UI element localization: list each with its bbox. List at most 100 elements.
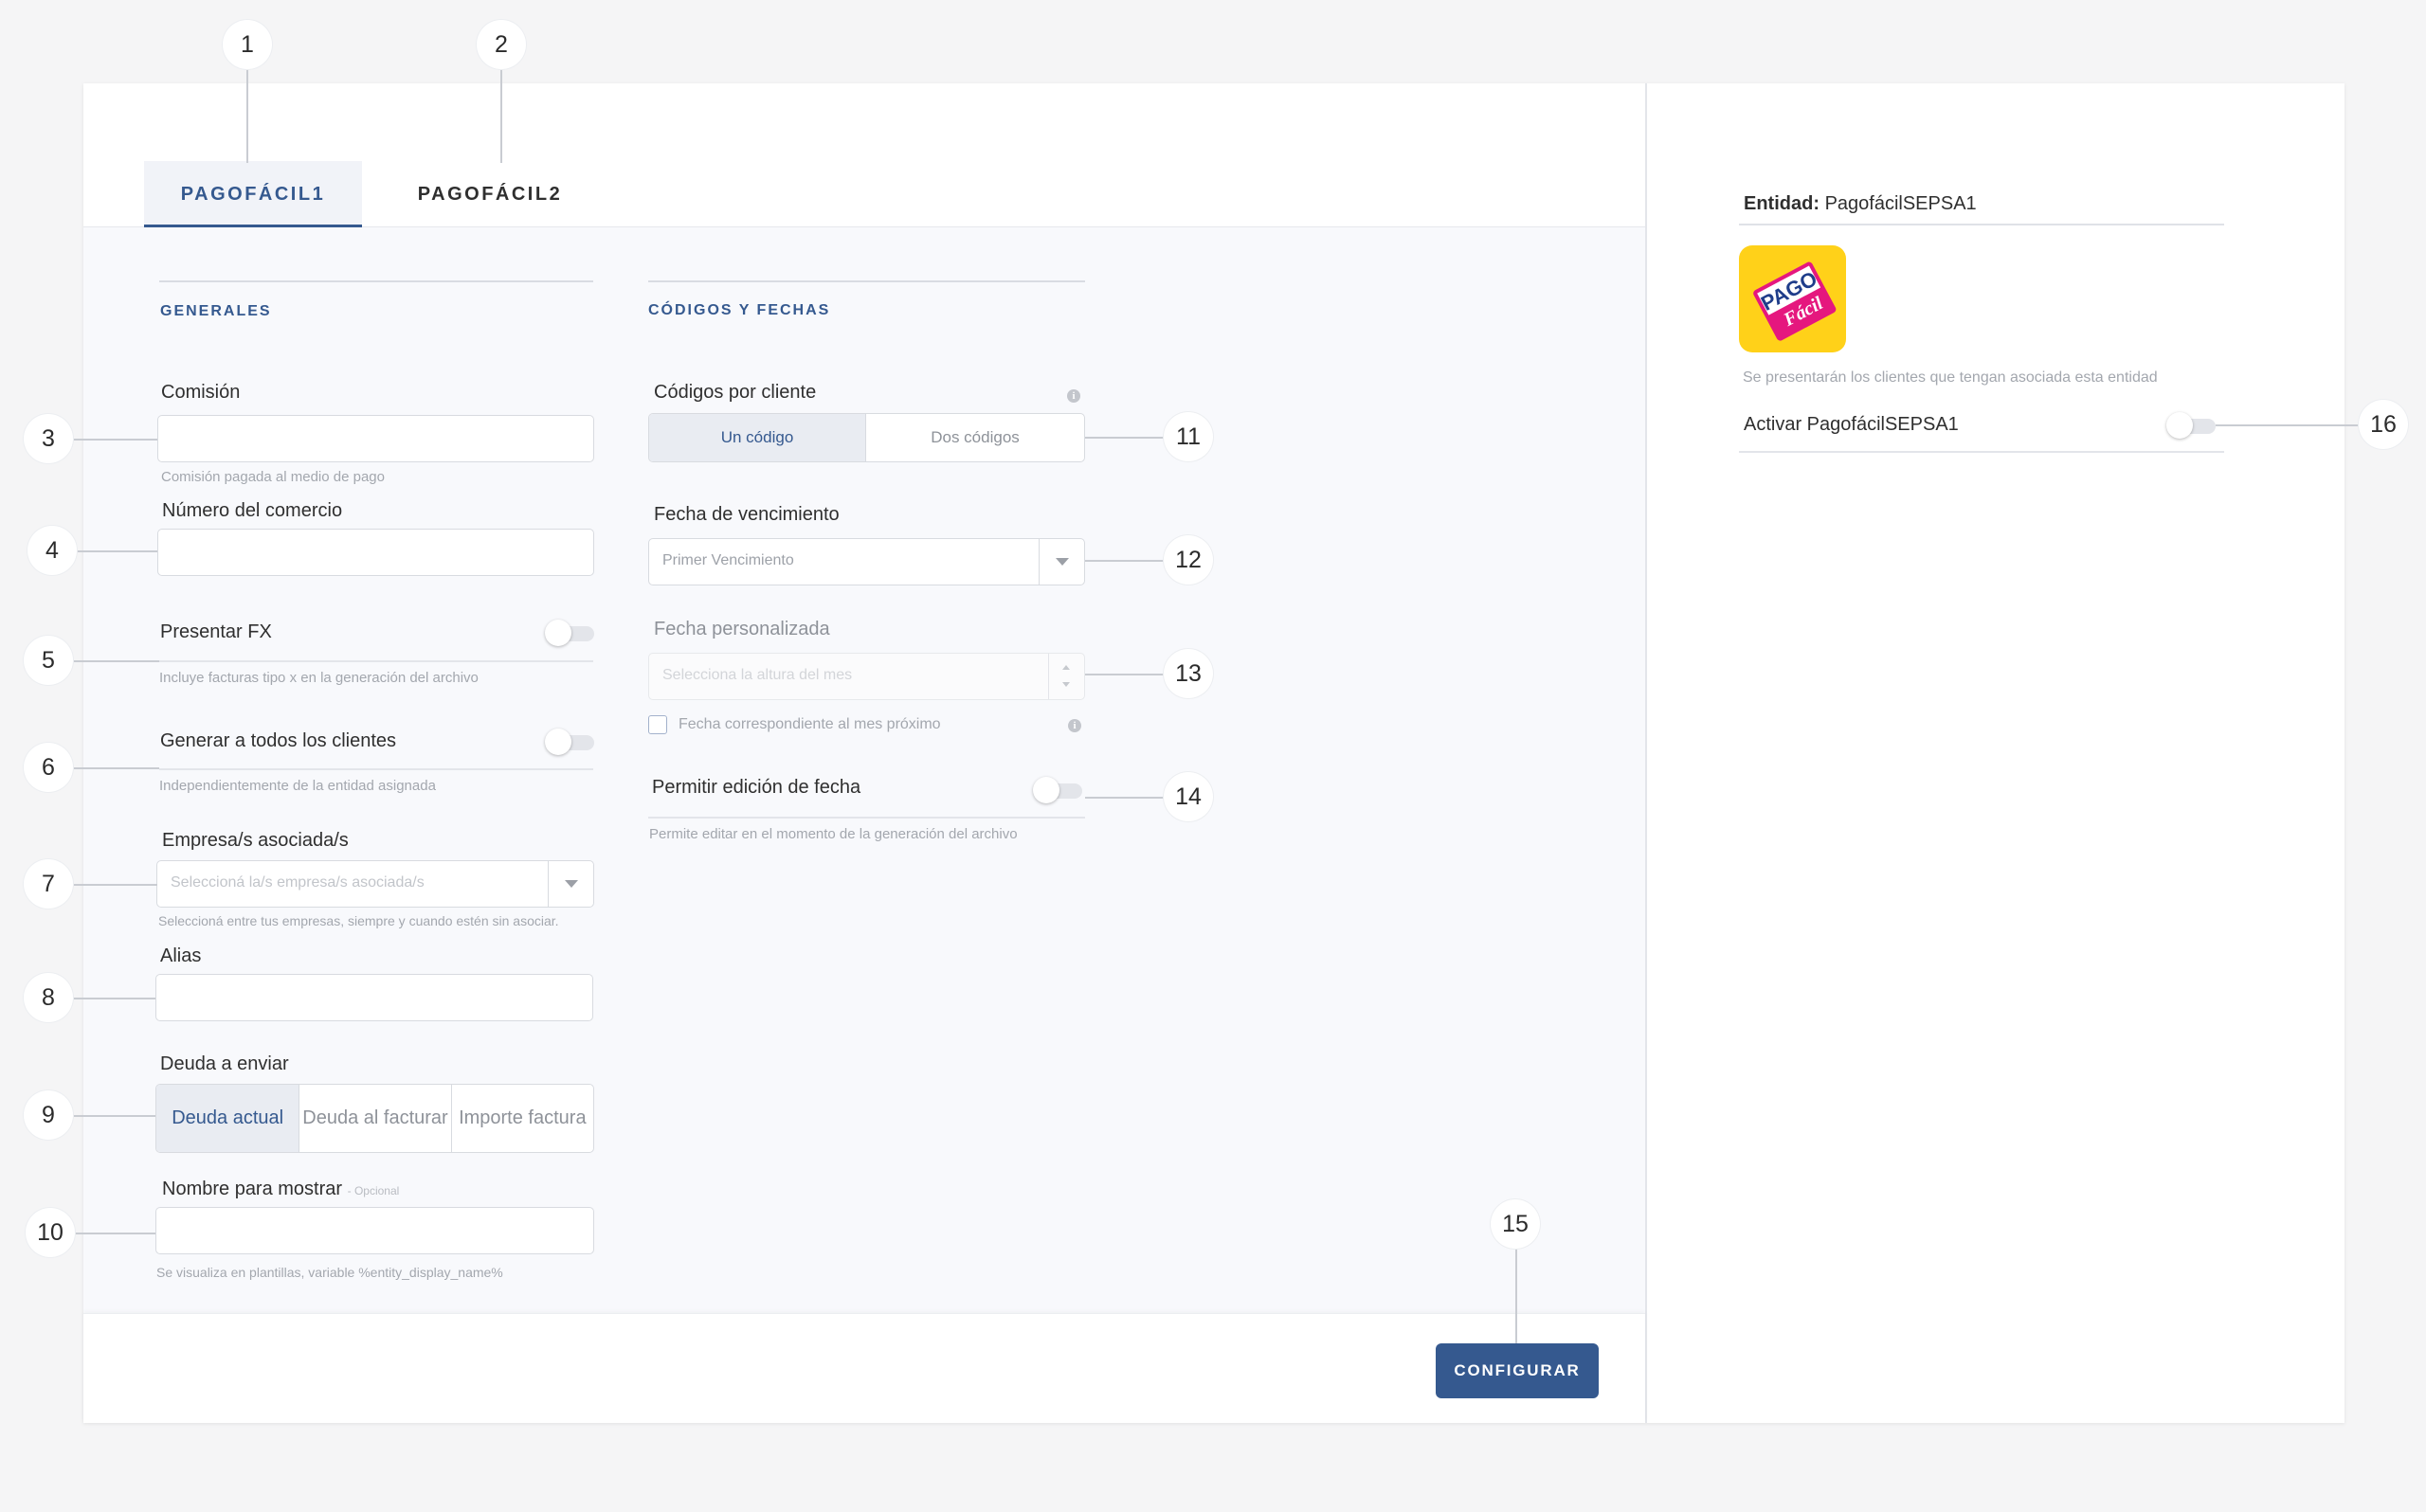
footer-bar [83, 1313, 1645, 1423]
callout-8: 8 [24, 973, 73, 1022]
callout-leader [1085, 797, 1165, 799]
empresas-placeholder: Seleccioná la/s empresa/s asociada/s [171, 874, 425, 891]
presentar-fx-help: Incluye facturas tipo x en la generación… [159, 670, 479, 686]
callout-4: 4 [27, 526, 77, 575]
info-icon: i [1067, 389, 1080, 403]
configurar-button[interactable]: CONFIGURAR [1436, 1343, 1599, 1398]
callout-15: 15 [1491, 1199, 1540, 1249]
generar-todos-toggle[interactable] [545, 729, 594, 755]
tab-bar: PAGOFÁCIL1 PAGOFÁCIL2 [83, 83, 1645, 227]
callout-leader [1515, 1247, 1517, 1343]
field-underline [159, 768, 593, 770]
callout-10: 10 [26, 1208, 75, 1257]
section-divider [648, 280, 1085, 282]
callout-leader [1085, 560, 1165, 562]
numero-comercio-input[interactable] [157, 529, 594, 576]
callout-12: 12 [1164, 535, 1213, 585]
comision-input[interactable] [157, 415, 594, 462]
tab-pagofacil2[interactable]: PAGOFÁCIL2 [362, 161, 618, 227]
fecha-personalizada-placeholder: Selecciona la altura del mes [662, 667, 853, 683]
nombre-mostrar-label: Nombre para mostrar - Opcional [162, 1179, 399, 1200]
callout-9: 9 [24, 1090, 73, 1140]
deuda-option-importe[interactable]: Importe factura [452, 1085, 593, 1152]
codigos-cliente-label: Códigos por cliente [654, 382, 817, 403]
generar-todos-help: Independientemente de la entidad asignad… [159, 778, 436, 794]
pagofacil-logo: PAGO Fácil [1739, 245, 1846, 352]
nombre-mostrar-label-text: Nombre para mostrar [162, 1179, 343, 1199]
entidad-description: Se presentarán los clientes que tengan a… [1743, 369, 2158, 386]
codigos-cliente-segmented: Un código Dos códigos [648, 413, 1085, 462]
section-title-generales: GENERALES [160, 303, 272, 319]
callout-leader [74, 660, 159, 662]
presentar-fx-toggle[interactable] [545, 620, 594, 646]
callout-16: 16 [2359, 400, 2408, 449]
empresas-label: Empresa/s asociada/s [162, 830, 349, 851]
field-underline [648, 817, 1085, 819]
empresas-select[interactable]: Seleccioná la/s empresa/s asociada/s [156, 860, 594, 908]
nombre-mostrar-input[interactable] [155, 1207, 594, 1254]
comision-label: Comisión [161, 382, 241, 403]
permitir-edicion-help: Permite editar en el momento de la gener… [649, 826, 1018, 842]
panel-divider [1645, 83, 1647, 1423]
section-title-codigos: CÓDIGOS Y FECHAS [648, 302, 831, 318]
tab-pagofacil1[interactable]: PAGOFÁCIL1 [144, 161, 362, 227]
activar-toggle[interactable] [2166, 412, 2216, 439]
mes-proximo-label: Fecha correspondiente al mes próximo [679, 716, 941, 732]
callout-3: 3 [24, 414, 73, 463]
field-underline [159, 660, 593, 662]
callout-14: 14 [1164, 772, 1213, 821]
callout-11: 11 [1164, 412, 1213, 461]
deuda-option-actual[interactable]: Deuda actual [156, 1085, 300, 1152]
info-icon: i [1068, 719, 1081, 732]
callout-leader [2216, 424, 2369, 426]
pagofacil-logo-graphic: PAGO Fácil [1753, 261, 1837, 341]
nombre-mostrar-help: Se visualiza en plantillas, variable %en… [156, 1265, 503, 1280]
callout-leader [1085, 674, 1165, 675]
codigos-option-dos[interactable]: Dos códigos [866, 414, 1084, 461]
callout-1: 1 [223, 20, 272, 69]
permitir-edicion-toggle[interactable] [1033, 777, 1082, 803]
activar-label: Activar PagofácilSEPSA1 [1744, 414, 1959, 435]
chevron-down-icon[interactable] [548, 861, 593, 907]
alias-label: Alias [160, 945, 202, 966]
callout-leader [246, 68, 248, 163]
alias-input[interactable] [155, 974, 593, 1021]
callout-13: 13 [1164, 649, 1213, 698]
callout-leader [74, 1233, 155, 1234]
callout-7: 7 [24, 859, 73, 909]
callout-2: 2 [477, 20, 526, 69]
stepper-arrows-icon[interactable] [1048, 654, 1084, 699]
callout-leader [74, 767, 159, 769]
optional-tag: - Opcional [347, 1184, 400, 1197]
callout-leader [74, 884, 157, 886]
deuda-label: Deuda a enviar [160, 1053, 289, 1074]
fecha-personalizada-label: Fecha personalizada [654, 619, 830, 639]
empresas-help: Seleccioná entre tus empresas, siempre y… [158, 913, 559, 928]
deuda-option-facturar[interactable]: Deuda al facturar [299, 1085, 452, 1152]
fecha-vencimiento-select[interactable]: Primer Vencimiento [648, 538, 1085, 585]
entidad-underline [1739, 224, 2224, 225]
permitir-edicion-label: Permitir edición de fecha [652, 777, 861, 798]
entidad-label: Entidad: [1744, 193, 1820, 214]
chevron-down-icon[interactable] [1039, 539, 1084, 585]
numero-comercio-label: Número del comercio [162, 500, 343, 521]
section-divider [159, 280, 593, 282]
fecha-vencimiento-label: Fecha de vencimiento [654, 504, 840, 525]
generar-todos-label: Generar a todos los clientes [160, 730, 397, 751]
callout-leader [74, 998, 155, 999]
callout-leader [500, 68, 502, 163]
callout-leader [74, 1115, 155, 1117]
callout-leader [74, 550, 157, 552]
callout-leader [74, 439, 157, 441]
fecha-personalizada-stepper[interactable]: Selecciona la altura del mes [648, 653, 1085, 700]
fecha-vencimiento-value: Primer Vencimiento [662, 552, 794, 568]
entidad-name: PagofácilSEPSA1 [1824, 193, 1977, 214]
callout-leader [1085, 437, 1165, 439]
mes-proximo-checkbox[interactable] [648, 715, 667, 734]
field-underline [1739, 451, 2224, 453]
callout-6: 6 [24, 743, 73, 792]
comision-help: Comisión pagada al medio de pago [161, 469, 385, 485]
entidad-line: Entidad: PagofácilSEPSA1 [1744, 193, 1977, 215]
presentar-fx-label: Presentar FX [160, 621, 272, 642]
codigos-option-uno[interactable]: Un código [649, 414, 866, 461]
